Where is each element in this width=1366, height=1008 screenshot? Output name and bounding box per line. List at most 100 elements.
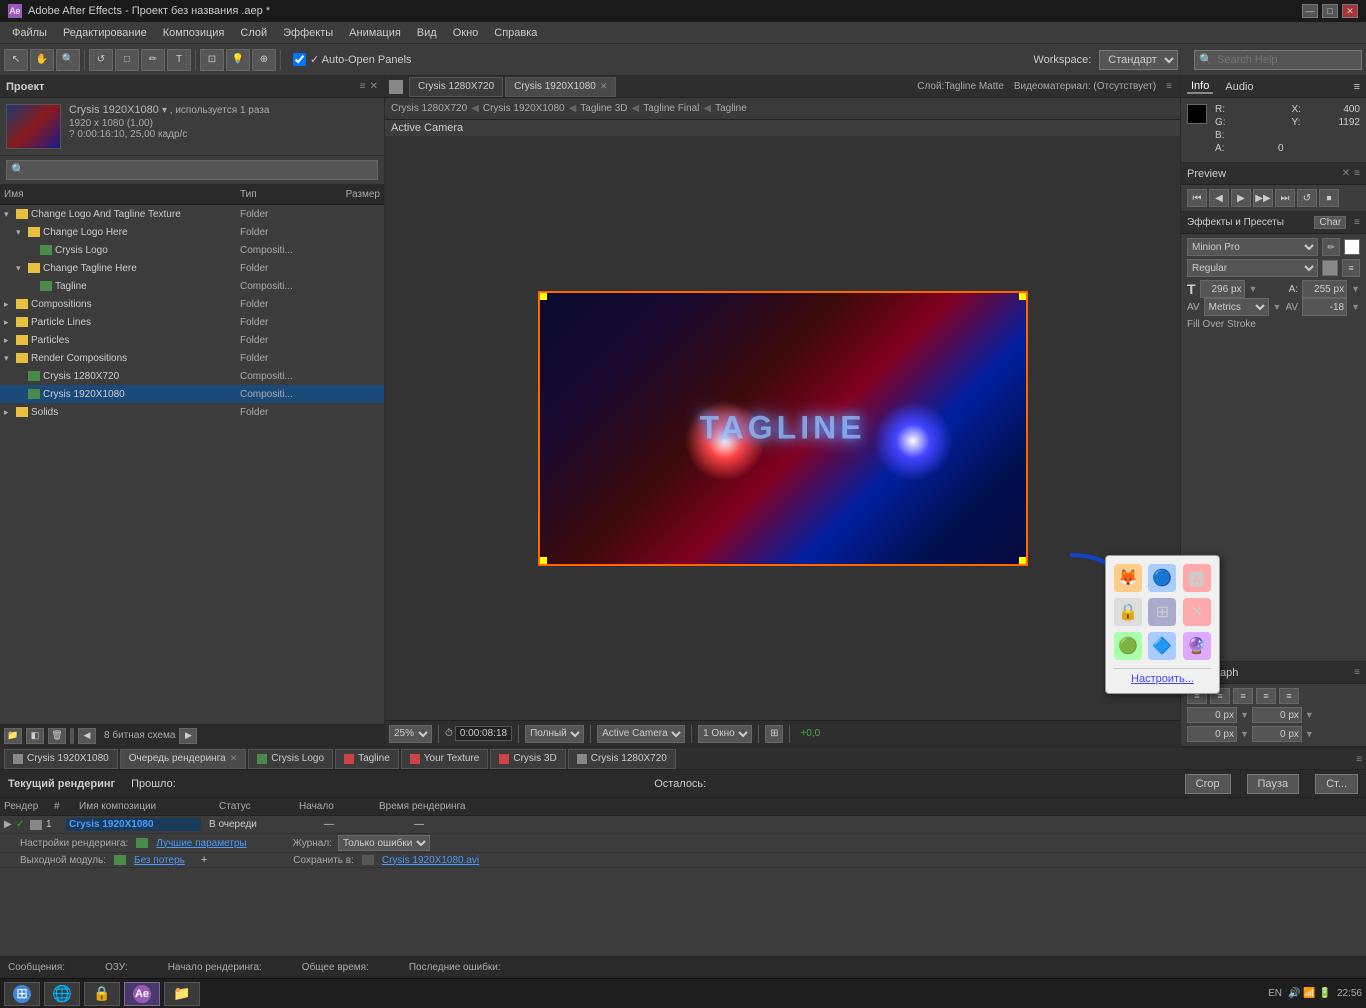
- panel-menu-icon[interactable]: ≡: [360, 81, 366, 92]
- popup-icon-purple[interactable]: 🔮: [1183, 632, 1211, 660]
- tool-rotate[interactable]: ↺: [89, 49, 113, 71]
- composition-viewport[interactable]: TAGLINE: [385, 136, 1180, 720]
- minimize-button[interactable]: —: [1302, 4, 1318, 18]
- zoom-control[interactable]: 25%: [389, 725, 432, 743]
- text-color-box[interactable]: [1344, 239, 1360, 255]
- kerning-input[interactable]: [1302, 298, 1347, 316]
- preview-ff-button[interactable]: ▶▶: [1253, 189, 1273, 207]
- project-search-input[interactable]: [6, 160, 378, 180]
- tool-select[interactable]: ↖: [4, 49, 28, 71]
- justify-all-button[interactable]: ≡: [1279, 688, 1299, 704]
- info-tab[interactable]: Info: [1187, 80, 1213, 94]
- spacing-after-input[interactable]: [1252, 726, 1302, 742]
- tool-hand[interactable]: ✋: [30, 49, 54, 71]
- crop-button[interactable]: Crop: [1185, 774, 1231, 794]
- file-item[interactable]: ▾Change Logo HereFolder: [0, 223, 384, 241]
- comp-tab-0[interactable]: Crysis 1280X720: [409, 77, 503, 97]
- popup-icon-close[interactable]: ✕: [1183, 598, 1211, 626]
- new-comp-button[interactable]: ◧: [26, 728, 44, 744]
- popup-icon-grid[interactable]: ⊞: [1148, 598, 1176, 626]
- after-effects-button[interactable]: Ae: [124, 982, 160, 1006]
- close-button[interactable]: ✕: [1342, 4, 1358, 18]
- camera-control[interactable]: Active Camera: [597, 725, 685, 743]
- bottom-tab-render-queue[interactable]: Очередь рендеринга ✕: [120, 749, 247, 769]
- preview-rewind-button[interactable]: ⏮: [1187, 189, 1207, 207]
- align-right-button[interactable]: ≡: [1233, 688, 1253, 704]
- render-tab-close[interactable]: ✕: [230, 753, 238, 764]
- preview-menu-icon[interactable]: ≡: [1354, 168, 1360, 179]
- view-control[interactable]: 1 Окно: [698, 725, 752, 743]
- file-item[interactable]: ▸SolidsFolder: [0, 403, 384, 421]
- tool-anchor[interactable]: ⊕: [252, 49, 276, 71]
- panel-close-icon[interactable]: ✕: [370, 81, 378, 92]
- font-style-select[interactable]: Regular: [1187, 259, 1318, 277]
- chrome-button[interactable]: 🌐: [44, 982, 80, 1006]
- audio-tab[interactable]: Audio: [1221, 81, 1257, 93]
- bottom-tab-crysis-logo[interactable]: Crysis Logo: [248, 749, 333, 769]
- tool-rect[interactable]: □: [115, 49, 139, 71]
- comp-tab-close[interactable]: ✕: [600, 81, 608, 92]
- menu-layer[interactable]: Слой: [232, 25, 275, 41]
- info-panel-menu[interactable]: ≡: [1354, 81, 1360, 93]
- grid-button[interactable]: ⊞: [765, 725, 783, 743]
- file-item[interactable]: Crysis 1280X720Compositi...: [0, 367, 384, 385]
- auto-open-checkbox[interactable]: [293, 53, 306, 66]
- comp-panel-menu[interactable]: ≡: [1166, 81, 1172, 92]
- effects-menu-icon[interactable]: ≡: [1354, 217, 1360, 228]
- bread-crysis-1280[interactable]: Crysis 1280X720: [391, 103, 467, 114]
- file-item[interactable]: Crysis 1920X1080Compositi...: [0, 385, 384, 403]
- new-folder-button[interactable]: 📁: [4, 728, 22, 744]
- preview-stop-button[interactable]: ⏹: [1319, 189, 1339, 207]
- start-render-button[interactable]: Ст...: [1315, 774, 1358, 794]
- file-item[interactable]: Crysis LogoCompositi...: [0, 241, 384, 259]
- render-item-name[interactable]: Crysis 1920X1080: [66, 818, 201, 831]
- popup-icon-ie[interactable]: 🔵: [1148, 564, 1176, 592]
- bread-tagline-final[interactable]: Tagline Final: [643, 103, 699, 114]
- tool-camera[interactable]: ⊡: [200, 49, 224, 71]
- quality-select[interactable]: Полный: [525, 725, 584, 743]
- paragraph-menu[interactable]: ≡: [1354, 667, 1360, 678]
- search-input[interactable]: [1217, 54, 1357, 66]
- bread-crysis-1920[interactable]: Crysis 1920X1080: [483, 103, 565, 114]
- char-tab[interactable]: Char: [1314, 216, 1346, 229]
- workspace-select[interactable]: Стандарт: [1099, 50, 1178, 70]
- bread-tagline-3d[interactable]: Tagline 3D: [580, 103, 627, 114]
- menu-composition[interactable]: Композиция: [155, 25, 233, 41]
- stroke-color-box[interactable]: [1322, 260, 1338, 276]
- font-pencil-button[interactable]: ✏: [1322, 238, 1340, 256]
- bottom-tab-menu[interactable]: ≡: [1356, 754, 1362, 765]
- corner-handle-tl[interactable]: [539, 292, 547, 300]
- delete-button[interactable]: 🗑: [48, 728, 66, 744]
- spacing-before-input[interactable]: [1187, 726, 1237, 742]
- tool-text[interactable]: T: [167, 49, 191, 71]
- file-item[interactable]: ▸ParticlesFolder: [0, 331, 384, 349]
- bottom-tab-tagline[interactable]: Tagline: [335, 749, 399, 769]
- corner-handle-tr[interactable]: [1019, 292, 1027, 300]
- render-settings-link[interactable]: Лучшие параметры: [156, 838, 246, 849]
- explorer-button[interactable]: 📁: [164, 982, 200, 1006]
- menu-files[interactable]: Файлы: [4, 25, 55, 41]
- menu-animation[interactable]: Анимация: [341, 25, 409, 41]
- popup-icon-adobe[interactable]: 🅰: [1183, 564, 1211, 592]
- tool-zoom[interactable]: 🔍: [56, 49, 80, 71]
- comp-tab-1[interactable]: Crysis 1920X1080 ✕: [505, 77, 616, 97]
- bottom-tab-your-texture[interactable]: Your Texture: [401, 749, 489, 769]
- file-item[interactable]: ▸Particle LinesFolder: [0, 313, 384, 331]
- preview-close-icon[interactable]: ✕: [1342, 168, 1350, 179]
- zoom-select[interactable]: 25%: [389, 725, 432, 743]
- justify-button[interactable]: ≡: [1256, 688, 1276, 704]
- font-select[interactable]: Minion Pro: [1187, 238, 1318, 256]
- bottom-tab-crysis-3d[interactable]: Crysis 3D: [490, 749, 565, 769]
- next-item-button[interactable]: ▶: [179, 728, 197, 744]
- preview-end-button[interactable]: ⏭: [1275, 189, 1295, 207]
- popup-icon-firefox[interactable]: 🦊: [1114, 564, 1142, 592]
- popup-icon-green[interactable]: 🟢: [1114, 632, 1142, 660]
- stroke-type-button[interactable]: ≡: [1342, 259, 1360, 277]
- file-item[interactable]: ▾Change Tagline HereFolder: [0, 259, 384, 277]
- tool-light[interactable]: 💡: [226, 49, 250, 71]
- add-output-button[interactable]: +: [201, 854, 207, 866]
- file-item[interactable]: ▸CompositionsFolder: [0, 295, 384, 313]
- preview-loop-button[interactable]: ↺: [1297, 189, 1317, 207]
- menu-view[interactable]: Вид: [409, 25, 445, 41]
- bread-tagline[interactable]: Tagline: [715, 103, 747, 114]
